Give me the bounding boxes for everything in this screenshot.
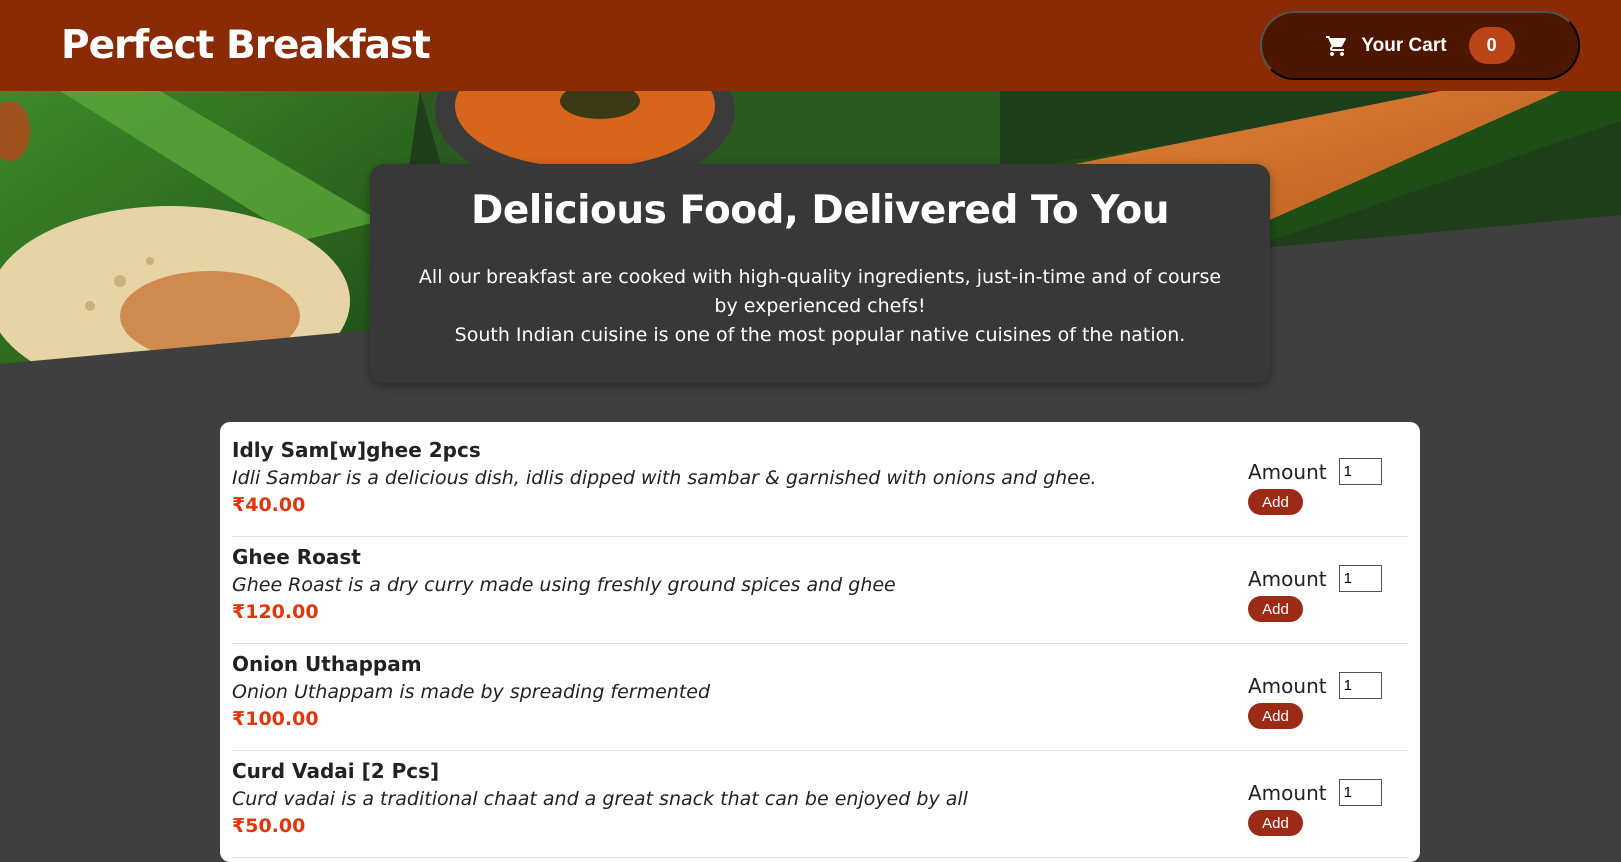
amount-input[interactable] (1338, 458, 1382, 485)
meal-price: ₹100.00 (232, 708, 319, 730)
meal-description: Ghee Roast is a dry curry made using fre… (232, 574, 896, 596)
add-button[interactable]: Add (1248, 703, 1303, 729)
meal-description: Curd vadai is a traditional chaat and a … (232, 788, 968, 810)
amount-label: Amount (1248, 673, 1327, 698)
meal-form: Amount Add (1248, 759, 1408, 836)
amount-label: Amount (1248, 566, 1327, 591)
meal-price: ₹120.00 (232, 601, 319, 623)
brand-title: Perfect Breakfast (61, 23, 431, 68)
meal-name: Ghee Roast (232, 545, 361, 569)
add-button[interactable]: Add (1248, 810, 1303, 836)
cart-count-badge: 0 (1468, 27, 1515, 64)
meal-form: Amount Add (1248, 545, 1408, 622)
amount-input[interactable] (1338, 565, 1382, 592)
meal-item: Ghee Roast Ghee Roast is a dry curry mad… (232, 537, 1408, 644)
cart-label: Your Cart (1361, 34, 1447, 56)
meal-info: Curd Vadai [2 Pcs] Curd vadai is a tradi… (232, 759, 968, 837)
amount-label: Amount (1248, 459, 1327, 484)
cart-button[interactable]: Your Cart 0 (1260, 11, 1580, 80)
add-button[interactable]: Add (1248, 596, 1303, 622)
cart-icon (1326, 35, 1347, 56)
meal-description: Onion Uthappam is made by spreading ferm… (232, 681, 711, 703)
meal-price: ₹50.00 (232, 815, 306, 837)
meal-info: Idly Sam[w]ghee 2pcs Idli Sambar is a de… (232, 438, 1097, 516)
amount-row: Amount (1248, 458, 1382, 485)
meal-info: Ghee Roast Ghee Roast is a dry curry mad… (232, 545, 896, 623)
meal-name: Curd Vadai [2 Pcs] (232, 759, 440, 783)
summary-text-2: South Indian cuisine is one of the most … (454, 324, 1186, 346)
summary-card: Delicious Food, Delivered To You All our… (370, 164, 1270, 383)
meal-name: Onion Uthappam (232, 652, 422, 676)
meal-name: Idly Sam[w]ghee 2pcs (232, 438, 481, 462)
site-header: Perfect Breakfast Your Cart 0 (0, 0, 1621, 91)
meal-item: Onion Uthappam Onion Uthappam is made by… (232, 644, 1408, 751)
amount-row: Amount (1248, 672, 1382, 699)
amount-row: Amount (1248, 565, 1382, 592)
summary-title: Delicious Food, Delivered To You (471, 188, 1169, 233)
amount-row: Amount (1248, 779, 1382, 806)
meal-info: Onion Uthappam Onion Uthappam is made by… (232, 652, 710, 730)
meal-price: ₹40.00 (232, 494, 306, 516)
amount-label: Amount (1248, 780, 1327, 805)
meals-list: Idly Sam[w]ghee 2pcs Idli Sambar is a de… (220, 422, 1420, 862)
amount-input[interactable] (1338, 672, 1382, 699)
meal-form: Amount Add (1248, 438, 1408, 515)
meal-description: Idli Sambar is a delicious dish, idlis d… (232, 467, 1097, 489)
add-button[interactable]: Add (1248, 489, 1303, 515)
amount-input[interactable] (1338, 779, 1382, 806)
meal-item: Idly Sam[w]ghee 2pcs Idli Sambar is a de… (232, 430, 1408, 537)
meal-item: Curd Vadai [2 Pcs] Curd vadai is a tradi… (232, 751, 1408, 858)
meal-form: Amount Add (1248, 652, 1408, 729)
summary-text-1: All our breakfast are cooked with high-q… (418, 266, 1222, 317)
